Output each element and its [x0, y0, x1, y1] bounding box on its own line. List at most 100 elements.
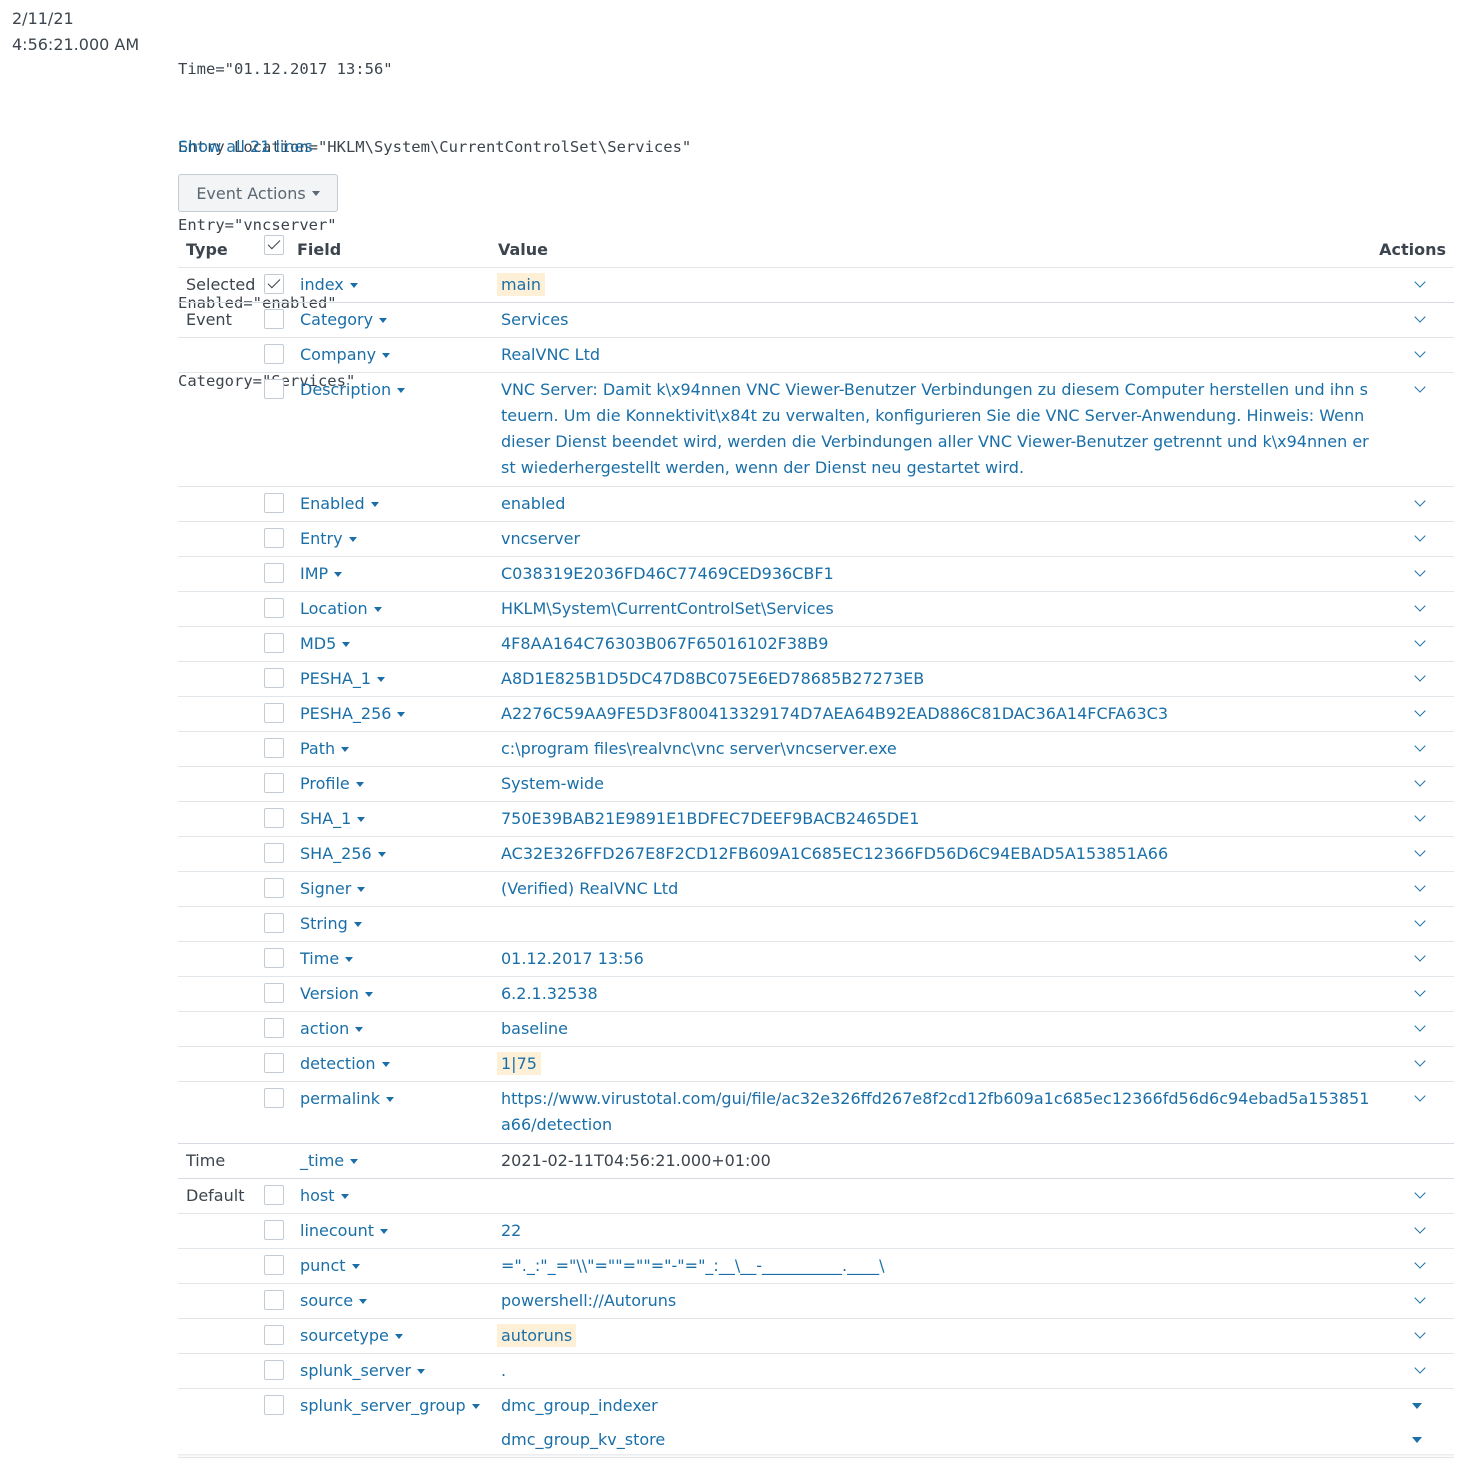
row-actions-chevron-icon[interactable] [1415, 709, 1424, 718]
field-select-checkbox[interactable] [264, 1325, 284, 1345]
row-actions-chevron-icon[interactable] [1415, 1296, 1424, 1305]
field-select-checkbox[interactable] [264, 1360, 284, 1380]
row-actions-chevron-icon[interactable] [1415, 385, 1424, 394]
field-name-profile[interactable]: Profile [300, 771, 364, 797]
field-select-checkbox[interactable] [264, 808, 284, 828]
row-actions-chevron-icon[interactable] [1415, 350, 1424, 359]
row-actions-chevron-icon[interactable] [1415, 639, 1424, 648]
row-actions-chevron-icon[interactable] [1415, 1331, 1424, 1340]
row-actions-chevron-icon[interactable] [1415, 1094, 1424, 1103]
field-value[interactable]: A8D1E825B1D5DC47D8BC075E6ED78685B27273EB [501, 666, 1371, 692]
field-select-checkbox[interactable] [264, 309, 284, 329]
row-actions-chevron-icon[interactable] [1415, 315, 1424, 324]
field-select-checkbox[interactable] [264, 633, 284, 653]
row-actions-chevron-icon[interactable] [1412, 1403, 1422, 1409]
field-value[interactable]: RealVNC Ltd [501, 342, 1371, 368]
row-actions-chevron-icon[interactable] [1415, 674, 1424, 683]
field-value[interactable]: https://www.virustotal.com/gui/file/ac32… [501, 1086, 1371, 1138]
field-value[interactable]: 750E39BAB21E9891E1BDFEC7DEEF9BACB2465DE1 [501, 806, 1371, 832]
field-select-checkbox[interactable] [264, 1220, 284, 1240]
field-name-description[interactable]: Description [300, 377, 406, 403]
row-actions-chevron-icon[interactable] [1415, 814, 1424, 823]
field-value[interactable]: HKLM\System\CurrentControlSet\Services [501, 596, 1371, 622]
field-name-action[interactable]: action [300, 1016, 364, 1042]
field-value[interactable]: VNC Server: Damit k\x94nnen VNC Viewer-B… [501, 377, 1371, 481]
field-name-linecount[interactable]: linecount [300, 1218, 389, 1244]
field-name-source[interactable]: source [300, 1288, 368, 1314]
field-select-checkbox[interactable] [264, 379, 284, 399]
field-select-checkbox[interactable] [264, 878, 284, 898]
field-value[interactable]: 4F8AA164C76303B067F65016102F38B9 [501, 631, 1371, 657]
field-value[interactable]: AC32E326FFD267E8F2CD12FB609A1C685EC12366… [501, 841, 1371, 867]
field-select-checkbox[interactable] [264, 1018, 284, 1038]
field-name-index[interactable]: index [300, 272, 358, 298]
field-name-time[interactable]: Time [300, 946, 354, 972]
field-value[interactable]: baseline [501, 1016, 1371, 1042]
row-actions-chevron-icon[interactable] [1415, 604, 1424, 613]
field-name-splunk_server_group[interactable]: splunk_server_group [300, 1393, 480, 1419]
field-select-checkbox[interactable] [264, 913, 284, 933]
field-value[interactable]: c:\program files\realvnc\vnc server\vncs… [501, 736, 1371, 762]
field-name-md5[interactable]: MD5 [300, 631, 351, 657]
row-actions-chevron-icon[interactable] [1415, 1226, 1424, 1235]
field-name-company[interactable]: Company [300, 342, 391, 368]
field-select-checkbox[interactable] [264, 773, 284, 793]
field-value[interactable]: autoruns [497, 1323, 1371, 1349]
row-actions-chevron-icon[interactable] [1415, 884, 1424, 893]
row-actions-chevron-icon[interactable] [1415, 1024, 1424, 1033]
field-value[interactable]: enabled [501, 491, 1371, 517]
field-value[interactable]: 22 [501, 1218, 1371, 1244]
field-name-host[interactable]: host [300, 1183, 349, 1209]
row-actions-chevron-icon[interactable] [1415, 1191, 1424, 1200]
field-value[interactable]: . [501, 1358, 1371, 1384]
row-actions-chevron-icon[interactable] [1415, 919, 1424, 928]
field-name-punct[interactable]: punct [300, 1253, 360, 1279]
row-actions-chevron-icon[interactable] [1415, 849, 1424, 858]
field-value[interactable]: 6.2.1.32538 [501, 981, 1371, 1007]
field-select-checkbox[interactable] [264, 598, 284, 618]
field-select-checkbox[interactable] [264, 274, 284, 294]
field-select-checkbox[interactable] [264, 1255, 284, 1275]
field-value[interactable]: 1|75 [497, 1051, 1371, 1077]
row-actions-chevron-icon[interactable] [1415, 779, 1424, 788]
field-select-checkbox[interactable] [264, 344, 284, 364]
field-select-checkbox[interactable] [264, 703, 284, 723]
field-value[interactable]: dmc_group_indexer [501, 1393, 1371, 1419]
row-actions-chevron-icon[interactable] [1415, 989, 1424, 998]
field-value[interactable]: C038319E2036FD46C77469CED936CBF1 [501, 561, 1371, 587]
field-select-checkbox[interactable] [264, 528, 284, 548]
field-select-checkbox[interactable] [264, 983, 284, 1003]
select-all-checkbox[interactable] [264, 235, 284, 255]
row-actions-chevron-icon[interactable] [1415, 534, 1424, 543]
field-name-_time[interactable]: _time [300, 1148, 359, 1174]
field-value[interactable]: powershell://Autoruns [501, 1288, 1371, 1314]
field-name-entry[interactable]: Entry [300, 526, 357, 552]
field-value[interactable]: System-wide [501, 771, 1371, 797]
row-actions-chevron-icon[interactable] [1415, 1059, 1424, 1068]
field-value[interactable]: Services [501, 307, 1371, 333]
field-name-sourcetype[interactable]: sourcetype [300, 1323, 403, 1349]
field-name-splunk_server[interactable]: splunk_server [300, 1358, 426, 1384]
show-all-lines-link[interactable]: Show all 21 lines [178, 134, 313, 160]
field-select-checkbox[interactable] [264, 493, 284, 513]
field-select-checkbox[interactable] [264, 1053, 284, 1073]
row-actions-chevron-icon[interactable] [1415, 1261, 1424, 1270]
field-value[interactable]: vncserver [501, 526, 1371, 552]
field-name-path[interactable]: Path [300, 736, 350, 762]
field-name-string[interactable]: String [300, 911, 362, 937]
row-actions-chevron-icon[interactable] [1415, 499, 1424, 508]
field-select-checkbox[interactable] [264, 843, 284, 863]
row-actions-chevron-icon[interactable] [1415, 954, 1424, 963]
field-name-sha_256[interactable]: SHA_256 [300, 841, 386, 867]
field-name-pesha_1[interactable]: PESHA_1 [300, 666, 386, 692]
field-name-pesha_256[interactable]: PESHA_256 [300, 701, 406, 727]
field-name-signer[interactable]: Signer [300, 876, 366, 902]
field-name-detection[interactable]: detection [300, 1051, 390, 1077]
field-select-checkbox[interactable] [264, 1395, 284, 1415]
field-select-checkbox[interactable] [264, 738, 284, 758]
field-name-location[interactable]: Location [300, 596, 382, 622]
field-select-checkbox[interactable] [264, 1290, 284, 1310]
field-select-checkbox[interactable] [264, 948, 284, 968]
field-value[interactable]: main [497, 272, 1371, 298]
field-select-checkbox[interactable] [264, 1185, 284, 1205]
